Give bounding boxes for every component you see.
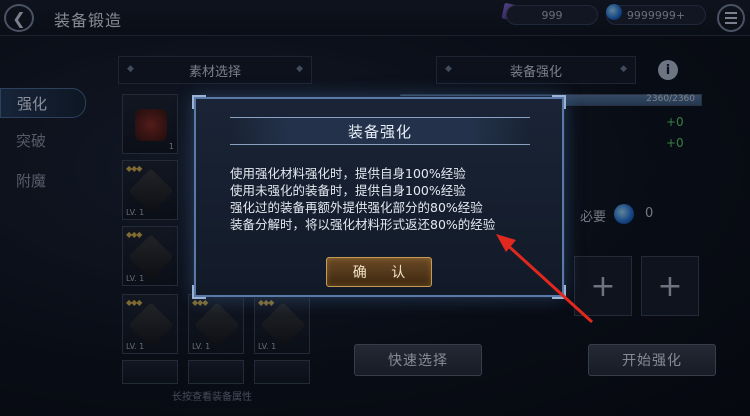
corner-ornament [192, 285, 206, 299]
dialog-line: 使用强化材料强化时，提供自身100%经验 [230, 166, 466, 181]
corner-ornament [552, 285, 566, 299]
dialog-line: 强化过的装备再额外提供强化部分的80%经验 [230, 200, 483, 215]
corner-ornament [552, 95, 566, 109]
confirm-button[interactable]: 确 认 [326, 257, 432, 287]
corner-ornament [192, 95, 206, 109]
dialog-line: 装备分解时，将以强化材料形式返还80%的经验 [230, 217, 496, 232]
dialog-line: 使用未强化的装备时，提供自身100%经验 [230, 183, 466, 198]
dialog-text: 使用强化材料强化时，提供自身100%经验 使用未强化的装备时，提供自身100%经… [230, 165, 540, 233]
enhance-info-dialog: 装备强化 使用强化材料强化时，提供自身100%经验 使用未强化的装备时，提供自身… [192, 95, 566, 299]
dialog-title: 装备强化 [230, 117, 530, 145]
